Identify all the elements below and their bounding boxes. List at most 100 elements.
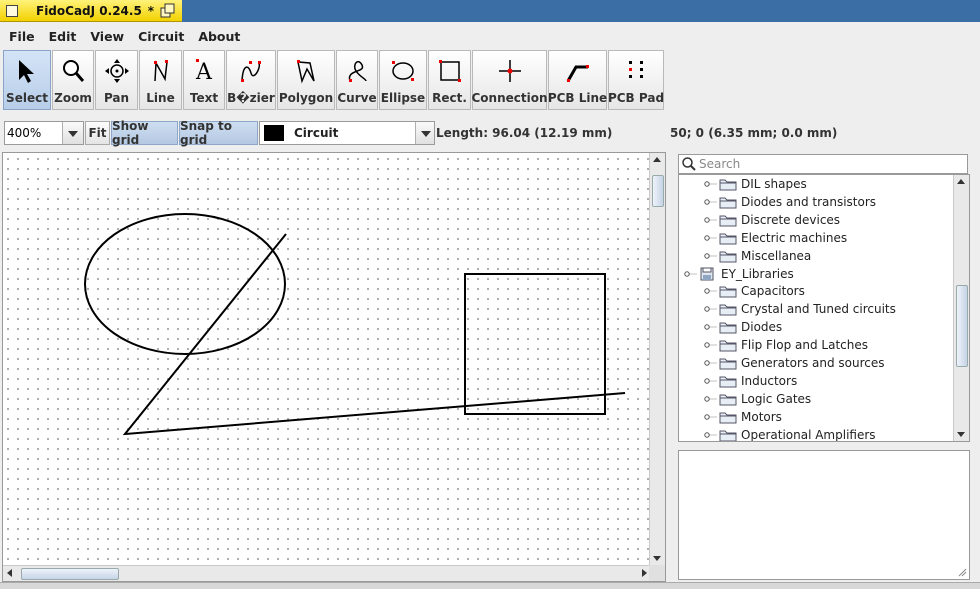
- expand-handle-icon[interactable]: [703, 320, 719, 334]
- folder-icon: [719, 430, 737, 441]
- library-tree-folder[interactable]: Generators and sources: [703, 354, 885, 372]
- drawn-ellipse[interactable]: [84, 213, 286, 355]
- canvas-horizontal-scrollbar[interactable]: [3, 565, 651, 581]
- curve-tool-button[interactable]: Curve: [336, 50, 378, 110]
- pcb-line-tool-button[interactable]: PCB Line: [548, 50, 607, 110]
- expand-handle-icon[interactable]: [703, 195, 719, 209]
- scroll-left-icon[interactable]: [3, 566, 17, 580]
- expand-handle-icon[interactable]: [703, 177, 719, 191]
- library-tree-folder[interactable]: Diodes and transistors: [703, 193, 876, 211]
- tool-label: Zoom: [54, 91, 92, 105]
- scroll-down-icon[interactable]: [650, 551, 664, 565]
- library-tree-folder[interactable]: Flip Flop and Latches: [703, 336, 868, 354]
- folder-icon: [719, 286, 737, 298]
- connection-tool-button[interactable]: Connection: [471, 50, 548, 110]
- scroll-down-icon[interactable]: [954, 427, 968, 441]
- window-title-tab[interactable]: FidoCadJ 0.24.5 *: [0, 0, 182, 22]
- line-tool-button[interactable]: Line: [139, 50, 182, 110]
- fit-button[interactable]: Fit: [85, 121, 110, 145]
- scroll-up-icon[interactable]: [650, 153, 664, 167]
- pcb-pad-tool-button[interactable]: PCB Pad: [608, 50, 664, 110]
- scroll-up-icon[interactable]: [954, 175, 968, 189]
- snap-to-grid-toggle[interactable]: Snap to grid: [179, 119, 258, 147]
- expand-handle-icon[interactable]: [703, 231, 719, 245]
- rectangle-tool-button[interactable]: Rect.: [428, 50, 471, 110]
- drawn-polyline[interactable]: [122, 233, 626, 436]
- menu-view[interactable]: View: [81, 29, 129, 44]
- pan-arrows-icon: [104, 59, 129, 83]
- ellipse-tool-button[interactable]: Ellipse: [379, 50, 427, 110]
- menu-about[interactable]: About: [189, 29, 245, 44]
- library-tree-folder[interactable]: DIL shapes: [703, 175, 807, 193]
- tool-bar: Select Zoom Pan Line A Text B�zier Polyg…: [3, 50, 665, 112]
- library-tree-scrollbar[interactable]: [953, 175, 969, 441]
- scroll-corner: [649, 565, 665, 581]
- expand-handle-icon[interactable]: [703, 249, 719, 263]
- bezier-tool-icon: [241, 61, 261, 82]
- layer-dropdown-arrow-icon[interactable]: [415, 122, 434, 144]
- folder-icon: [719, 394, 737, 406]
- pan-tool-button[interactable]: Pan: [95, 50, 138, 110]
- library-tree-folder[interactable]: Miscellanea: [703, 247, 811, 265]
- options-bar: Fit Show grid Snap to grid Circuit Lengt…: [0, 119, 980, 149]
- vertical-scroll-thumb[interactable]: [652, 175, 664, 207]
- layer-combo[interactable]: Circuit: [259, 121, 435, 145]
- text-tool-button[interactable]: A Text: [183, 50, 225, 110]
- zoom-combo[interactable]: [4, 121, 84, 145]
- library-tree-folder[interactable]: Electric machines: [703, 229, 847, 247]
- tree-item-label: Crystal and Tuned circuits: [741, 302, 896, 317]
- zoom-tool-button[interactable]: Zoom: [52, 50, 94, 110]
- menu-edit[interactable]: Edit: [40, 29, 82, 44]
- library-tree-folder[interactable]: Capacitors: [703, 282, 805, 300]
- horizontal-scroll-thumb[interactable]: [21, 568, 119, 580]
- tool-label: Line: [146, 91, 175, 105]
- show-grid-toggle[interactable]: Show grid: [111, 119, 178, 147]
- expand-handle-icon[interactable]: [703, 374, 719, 388]
- drawing-canvas[interactable]: [3, 153, 651, 565]
- library-search-box[interactable]: [678, 154, 968, 174]
- restore-window-icon[interactable]: [160, 3, 176, 19]
- library-tree-folder[interactable]: Crystal and Tuned circuits: [703, 300, 896, 318]
- polygon-tool-icon: [297, 60, 315, 84]
- select-tool-button[interactable]: Select: [3, 50, 51, 110]
- library-tree-scroll-thumb[interactable]: [956, 285, 968, 367]
- resize-grip-icon[interactable]: [957, 567, 967, 577]
- tree-item-label: Discrete devices: [741, 212, 841, 227]
- floppy-disk-icon: [700, 267, 714, 280]
- library-tree-folder[interactable]: Operational Amplifiers: [703, 426, 876, 442]
- bezier-tool-button[interactable]: B�zier: [226, 50, 276, 110]
- window-menu-icon[interactable]: [6, 4, 18, 17]
- menu-file[interactable]: File: [0, 29, 40, 44]
- zoom-dropdown-arrow-icon[interactable]: [62, 122, 83, 144]
- library-tree-folder[interactable]: Discrete devices: [703, 211, 840, 229]
- expand-handle-icon[interactable]: [703, 213, 719, 227]
- expand-handle-icon[interactable]: [703, 392, 719, 406]
- zoom-input[interactable]: [5, 122, 65, 144]
- folder-icon: [719, 412, 737, 424]
- tool-label: Pan: [103, 91, 130, 105]
- library-tree-library[interactable]: EY_Libraries: [683, 265, 794, 283]
- expand-handle-icon[interactable]: [703, 356, 719, 370]
- expand-handle-icon[interactable]: [703, 410, 719, 424]
- library-tree-folder[interactable]: Inductors: [703, 372, 797, 390]
- canvas-vertical-scrollbar[interactable]: [649, 153, 665, 565]
- library-tree-folder[interactable]: Motors: [703, 408, 782, 426]
- library-search-input[interactable]: [699, 156, 959, 172]
- app-window: FidoCadJ 0.24.5 * File Edit View Circuit…: [0, 0, 980, 589]
- library-tree-folder[interactable]: Diodes: [703, 318, 782, 336]
- tree-item-label: Electric machines: [741, 230, 848, 245]
- expand-handle-icon[interactable]: [703, 302, 719, 316]
- pcb-pad-tool-icon: [629, 61, 643, 78]
- expand-handle-icon[interactable]: [703, 428, 719, 442]
- tool-label: Polygon: [278, 91, 334, 105]
- layer-name: Circuit: [294, 126, 339, 140]
- expand-handle-icon[interactable]: [703, 284, 719, 298]
- menu-circuit[interactable]: Circuit: [129, 29, 189, 44]
- expand-handle-icon[interactable]: [703, 338, 719, 352]
- expand-handle-icon[interactable]: [683, 267, 699, 281]
- polygon-tool-button[interactable]: Polygon: [277, 50, 335, 110]
- drawn-rectangle[interactable]: [464, 273, 606, 415]
- tree-item-label: Capacitors: [741, 284, 805, 299]
- tool-label: Select: [6, 91, 48, 105]
- library-tree-folder[interactable]: Logic Gates: [703, 390, 811, 408]
